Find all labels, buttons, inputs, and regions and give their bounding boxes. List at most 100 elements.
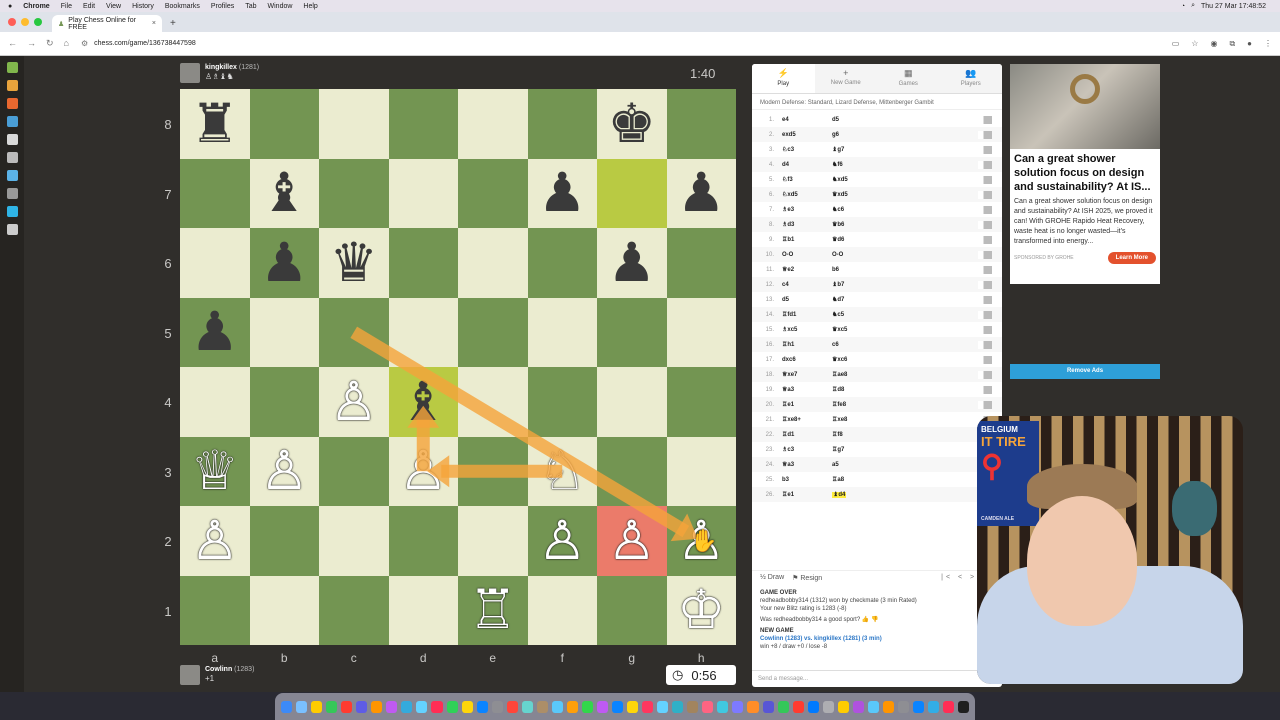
dock-app-icon[interactable] — [566, 700, 578, 713]
square-a6[interactable] — [180, 228, 250, 298]
square-a5[interactable]: ♟ — [180, 297, 250, 367]
search-nav-icon[interactable] — [6, 224, 18, 235]
black-move[interactable]: ♝d4 — [832, 491, 892, 498]
dock-app-icon[interactable] — [762, 700, 774, 713]
minimize-window-icon[interactable] — [21, 18, 29, 26]
new-tab-icon[interactable]: + — [170, 15, 176, 32]
url-field[interactable]: chess.com/game/136738447598 — [94, 40, 196, 47]
learn-icon[interactable] — [6, 116, 18, 127]
thumbs-up-icon[interactable]: 👍 — [862, 617, 869, 623]
home-icon[interactable]: ⌂ — [64, 38, 69, 49]
black-move[interactable]: ♝b7 — [832, 281, 892, 288]
apple-icon[interactable]: ● — [8, 3, 12, 10]
square-b2[interactable] — [249, 506, 319, 576]
black-move[interactable]: ♛b6 — [832, 221, 892, 228]
dock-app-icon[interactable] — [612, 700, 624, 713]
dock-app-icon[interactable] — [807, 700, 819, 713]
white-move[interactable]: dxc6 — [782, 357, 832, 363]
white-move[interactable]: ♖d1 — [782, 431, 832, 438]
square-h5[interactable] — [666, 297, 736, 367]
chesscom-logo-icon[interactable] — [6, 62, 18, 73]
white-move[interactable]: O-O — [782, 252, 832, 258]
black-move[interactable]: ♞f6 — [832, 161, 892, 168]
black-move[interactable]: ♖d8 — [832, 386, 892, 393]
play-icon[interactable] — [6, 80, 18, 91]
white-move[interactable]: ♗d3 — [782, 221, 832, 228]
piece-a2[interactable]: ♙ — [191, 513, 239, 568]
square-g4[interactable] — [597, 367, 667, 437]
ad-banner[interactable]: Can a great shower solution focus on des… — [1010, 64, 1160, 284]
tab-players[interactable]: 👥 Players — [940, 64, 1003, 93]
top-player-name[interactable]: kingkillex — [205, 64, 237, 71]
piece-b6[interactable]: ♟ — [260, 235, 308, 290]
square-h7[interactable]: ♟ — [666, 158, 736, 228]
square-c7[interactable] — [319, 158, 389, 228]
square-g1[interactable] — [597, 575, 667, 645]
dock-app-icon[interactable] — [822, 700, 834, 713]
black-move[interactable]: ♞c6 — [832, 206, 892, 213]
piece-g6[interactable]: ♟ — [608, 235, 656, 290]
piece-f7[interactable]: ♟ — [538, 166, 586, 220]
square-g6[interactable]: ♟ — [597, 228, 667, 298]
white-move[interactable]: ♖h1 — [782, 341, 832, 348]
dock-app-icon[interactable] — [521, 700, 533, 713]
white-move[interactable]: ♕a3 — [782, 386, 832, 393]
square-c5[interactable] — [319, 297, 389, 367]
piece-g8[interactable]: ♚ — [608, 96, 656, 151]
square-d5[interactable] — [388, 297, 458, 367]
site-info-icon[interactable]: ⚙ — [81, 39, 88, 48]
piece-c6[interactable]: ♛ — [330, 235, 378, 290]
black-move[interactable]: a5 — [832, 462, 892, 468]
dock-app-icon[interactable] — [491, 700, 503, 713]
dock-app-icon[interactable] — [837, 700, 849, 713]
square-c1[interactable] — [319, 575, 389, 645]
dock-app-icon[interactable] — [326, 700, 338, 713]
tab-new-game[interactable]: + New Game — [815, 64, 878, 93]
black-move[interactable]: c6 — [832, 342, 892, 348]
square-d8[interactable] — [388, 89, 458, 159]
piece-d3[interactable]: ♙ — [399, 444, 447, 498]
square-e1[interactable]: ♖ — [458, 575, 528, 645]
piece-h1[interactable]: ♔ — [677, 583, 725, 637]
piece-c4[interactable]: ♙ — [330, 374, 378, 429]
square-h1[interactable]: ♔ — [666, 575, 736, 645]
bottom-player-name[interactable]: Cowlinn — [205, 666, 232, 673]
dock-app-icon[interactable] — [296, 700, 308, 713]
install-icon[interactable]: ▭ — [1172, 39, 1180, 49]
black-move[interactable]: d5 — [832, 117, 892, 123]
menu-profiles[interactable]: Profiles — [211, 3, 234, 10]
close-tab-icon[interactable]: × — [152, 20, 156, 27]
extension-icon[interactable]: ◉ — [1210, 39, 1217, 49]
black-move[interactable]: ♛xc5 — [832, 326, 892, 333]
square-b5[interactable] — [249, 297, 319, 367]
square-a3[interactable]: ♕ — [180, 436, 250, 506]
black-move[interactable]: ♖ae8 — [832, 371, 892, 378]
dock-app-icon[interactable] — [897, 700, 909, 713]
black-move[interactable]: ♛xd5 — [832, 191, 892, 198]
browser-tab[interactable]: ♟ Play Chess Online for FREE × — [52, 15, 162, 32]
dock-app-icon[interactable] — [431, 700, 443, 713]
news-icon[interactable] — [6, 152, 18, 163]
white-move[interactable]: ♗e3 — [782, 206, 832, 213]
square-f8[interactable] — [527, 89, 597, 159]
square-b4[interactable] — [249, 367, 319, 437]
zoom-window-icon[interactable] — [34, 18, 42, 26]
square-g7[interactable] — [597, 158, 667, 228]
square-d7[interactable] — [388, 158, 458, 228]
menu-dots-icon[interactable]: ⋮ — [1264, 39, 1272, 49]
wifi-icon[interactable]: ◔ — [1181, 3, 1185, 10]
square-b1[interactable] — [249, 575, 319, 645]
dock-app-icon[interactable] — [912, 700, 925, 713]
square-a1[interactable] — [180, 575, 250, 645]
white-move[interactable]: ♖fd1 — [782, 311, 832, 318]
dock-app-icon[interactable] — [642, 700, 654, 713]
chat-input[interactable]: Send a message... — [752, 670, 1002, 686]
square-d6[interactable] — [388, 228, 458, 298]
black-move[interactable]: ♖f8 — [832, 431, 892, 438]
dock-app-icon[interactable] — [852, 700, 864, 713]
dock-app-icon[interactable] — [551, 700, 563, 713]
dock-app-icon[interactable] — [356, 700, 368, 713]
square-d1[interactable] — [388, 575, 458, 645]
learn-more-button[interactable]: Learn More — [1107, 252, 1156, 264]
square-f4[interactable] — [527, 367, 597, 437]
